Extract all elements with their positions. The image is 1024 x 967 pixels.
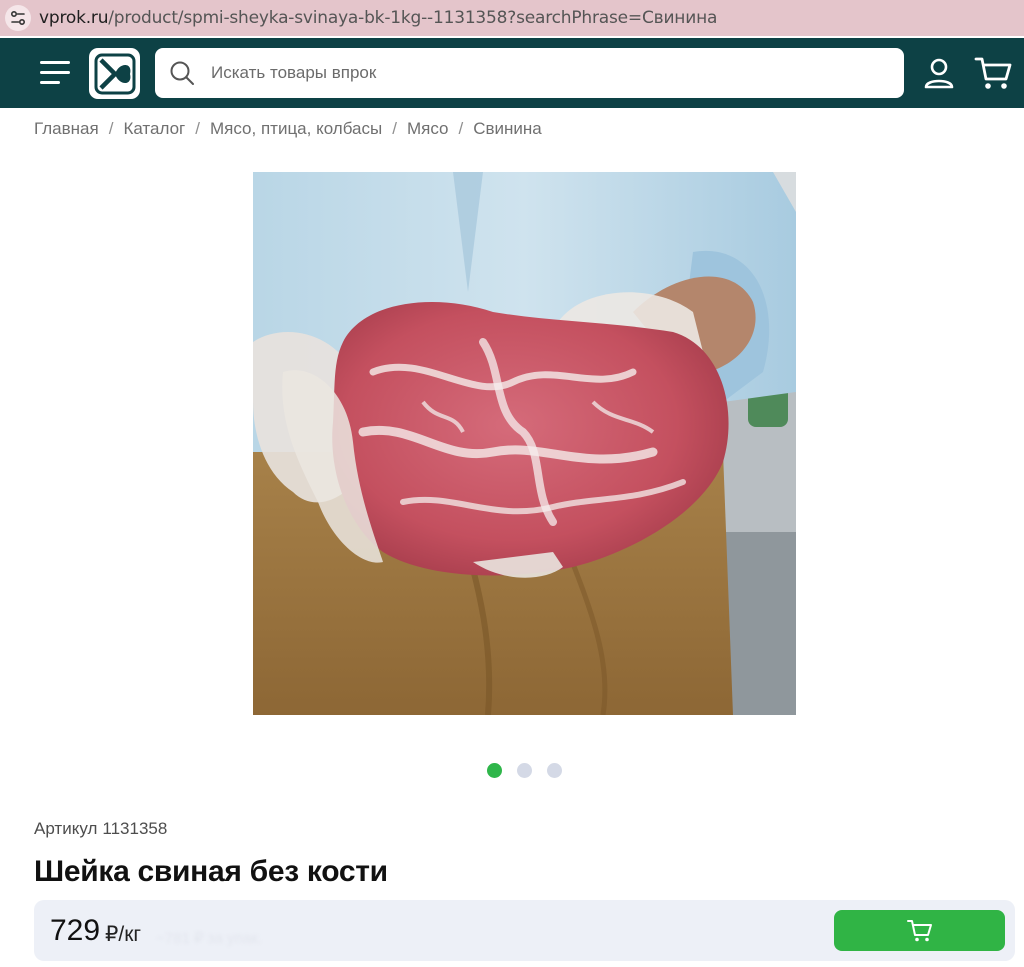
search-icon[interactable] bbox=[169, 60, 195, 86]
breadcrumb-separator: / bbox=[458, 119, 464, 138]
url-text[interactable]: vprok.ru/product/spmi-sheyka-svinaya-bk-… bbox=[39, 8, 717, 28]
cart-icon[interactable] bbox=[974, 55, 1012, 91]
breadcrumb-pork[interactable]: Свинина bbox=[473, 119, 542, 139]
search-bar bbox=[155, 48, 904, 98]
vprok-logo[interactable] bbox=[89, 48, 140, 99]
breadcrumb-meat-poultry[interactable]: Мясо, птица, колбасы bbox=[210, 119, 382, 139]
carousel-dot-2[interactable] bbox=[517, 763, 532, 778]
search-input[interactable] bbox=[211, 63, 851, 83]
breadcrumb-home[interactable]: Главная bbox=[34, 119, 99, 139]
url-path: /product/spmi-sheyka-svinaya-bk-1kg--113… bbox=[108, 8, 718, 28]
breadcrumb-catalog[interactable]: Каталог bbox=[123, 119, 185, 139]
product-title: Шейка свиная без кости bbox=[34, 855, 388, 888]
price-panel: 729 ₽/кг ~781 ₽ за упак. bbox=[34, 900, 1015, 961]
browser-address-bar: vprok.ru/product/spmi-sheyka-svinaya-bk-… bbox=[0, 0, 1024, 36]
url-domain: vprok.ru bbox=[39, 8, 109, 28]
sku-label: Артикул bbox=[34, 819, 98, 838]
price-note: ~781 ₽ за упак. bbox=[156, 930, 262, 947]
carousel-dots bbox=[487, 763, 562, 778]
site-header bbox=[0, 38, 1024, 108]
add-to-cart-button[interactable] bbox=[834, 910, 1005, 951]
breadcrumb: Главная / Каталог / Мясо, птица, колбасы… bbox=[34, 119, 542, 139]
breadcrumb-separator: / bbox=[392, 119, 397, 138]
sku-number: 1131358 bbox=[102, 819, 168, 838]
menu-icon[interactable] bbox=[40, 61, 72, 85]
product-price: 729 bbox=[50, 914, 101, 947]
carousel-dot-1[interactable] bbox=[487, 763, 502, 778]
product-sku: Артикул 1131358 bbox=[34, 819, 167, 839]
cart-icon bbox=[906, 919, 932, 941]
breadcrumb-separator: / bbox=[195, 119, 200, 138]
site-settings-icon[interactable] bbox=[5, 5, 31, 31]
user-account-icon[interactable] bbox=[922, 56, 956, 90]
product-image[interactable] bbox=[253, 172, 796, 715]
price-unit: ₽/кг bbox=[105, 923, 142, 946]
breadcrumb-separator: / bbox=[108, 119, 114, 138]
breadcrumb-meat[interactable]: Мясо bbox=[407, 119, 449, 139]
carousel-dot-3[interactable] bbox=[547, 763, 562, 778]
